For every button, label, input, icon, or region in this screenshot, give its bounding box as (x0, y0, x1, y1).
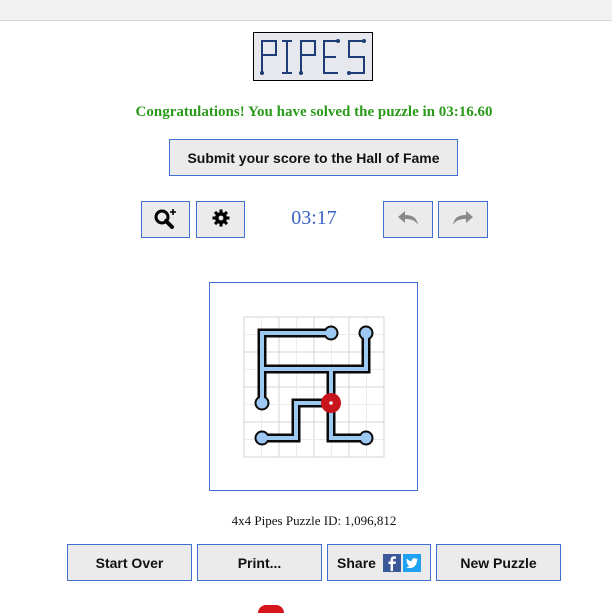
undo-button[interactable] (383, 201, 433, 238)
congratulations-message: Congratulations! You have solved the puz… (135, 104, 493, 120)
redo-icon (451, 208, 475, 231)
submit-score-button[interactable]: Submit your score to the Hall of Fame (169, 139, 458, 176)
puzzle-board[interactable] (209, 282, 418, 491)
timer-display: 03:17 (291, 207, 337, 229)
settings-button[interactable] (196, 201, 245, 238)
red-logo-fragment (258, 605, 284, 613)
pipes-logo (253, 32, 373, 81)
gear-icon (212, 209, 230, 230)
twitter-icon[interactable] (402, 553, 421, 572)
zoom-button[interactable] (141, 201, 190, 238)
puzzle-id-label: 4x4 Pipes Puzzle ID: 1,096,812 (231, 513, 397, 528)
facebook-icon[interactable] (382, 553, 401, 572)
start-over-button[interactable]: Start Over (67, 544, 192, 581)
share-button[interactable]: Share (327, 544, 431, 581)
browser-top-bar (0, 0, 612, 21)
new-puzzle-button[interactable]: New Puzzle (436, 544, 561, 581)
undo-icon (396, 208, 420, 231)
share-label: Share (337, 554, 376, 571)
redo-button[interactable] (438, 201, 488, 238)
zoom-in-icon (153, 207, 179, 232)
print-button[interactable]: Print... (197, 544, 322, 581)
